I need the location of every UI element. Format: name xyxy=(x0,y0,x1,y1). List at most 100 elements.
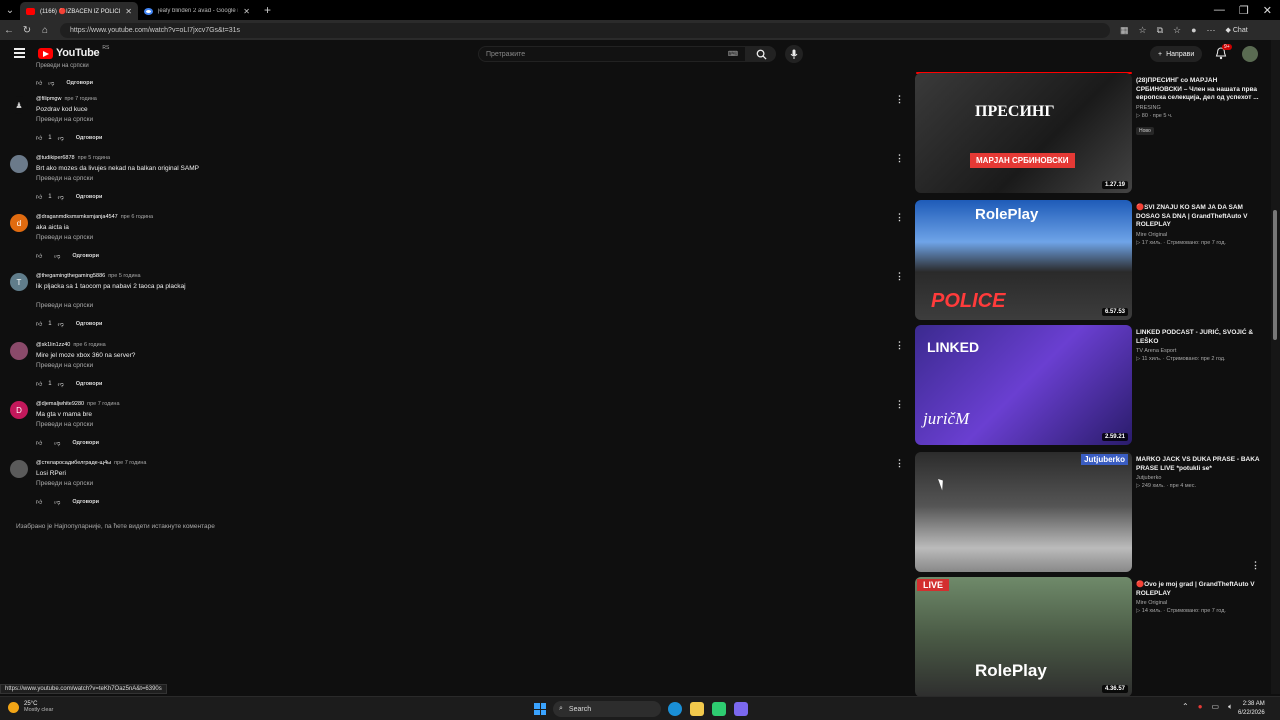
file-explorer-icon[interactable] xyxy=(690,702,704,716)
reply-button[interactable]: Одговори xyxy=(72,499,99,505)
close-tab-icon[interactable]: ✕ xyxy=(125,7,132,16)
chat-button[interactable]: ◆ Chat xyxy=(1226,26,1248,34)
comment-author[interactable]: @filipmgw xyxy=(36,96,61,102)
commenter-avatar[interactable]: D xyxy=(10,401,28,419)
comment-time[interactable]: пре 5 година xyxy=(108,273,140,279)
like-icon[interactable]: 👍︎ xyxy=(36,439,42,447)
like-icon[interactable]: 👍︎ xyxy=(36,134,42,142)
video-thumbnail[interactable]: LINKED juričM 2.59.21 xyxy=(915,325,1132,445)
tray-app-icon[interactable]: ● xyxy=(1198,702,1203,712)
comment-time[interactable]: пре 7 година xyxy=(87,401,119,407)
related-video-item[interactable]: LINKED juričM 2.59.21 LINKED PODCAST - JURI… xyxy=(915,325,1265,447)
dislike-icon[interactable]: 👎︎ xyxy=(54,439,60,447)
clock[interactable]: 2:38 AM 6/22/2026 xyxy=(1238,700,1265,718)
reply-button[interactable]: Одговори xyxy=(72,440,99,446)
keyboard-icon[interactable]: ⌨ xyxy=(728,50,738,58)
channel-name[interactable]: Mire Original xyxy=(1136,232,1262,238)
more-icon[interactable]: ⋯ xyxy=(1207,25,1216,36)
youtube-logo[interactable]: YouTube RS xyxy=(38,45,109,59)
app-icon[interactable] xyxy=(712,702,726,716)
like-icon[interactable]: 👍︎ xyxy=(36,79,42,87)
related-video-item[interactable]: Jutjuberko MARKO JACK VS DUKA PRASE - BAK… xyxy=(915,452,1265,574)
comment-author[interactable]: @djemaljwhite9280 xyxy=(36,401,84,407)
search-input[interactable]: Претражите ⌨ xyxy=(478,46,746,62)
dislike-icon[interactable]: 👎︎ xyxy=(58,134,64,142)
related-video-item[interactable]: RolePlay POLICE 6.57.53 🔴SVI ZNAJU KO SAM J… xyxy=(915,200,1265,322)
favorite-star-icon[interactable]: ☆ xyxy=(1139,25,1147,36)
reply-button[interactable]: Одговори xyxy=(76,194,103,200)
video-title[interactable]: MARKO JACK VS DUKA PRASE - BAKA PRASE LI… xyxy=(1136,456,1262,473)
translate-link[interactable]: Преведи на српски xyxy=(36,116,93,123)
minimize-icon[interactable]: — xyxy=(1214,4,1225,17)
voice-search-button[interactable] xyxy=(785,45,803,63)
translate-link[interactable]: Преведи на српски xyxy=(36,302,93,309)
related-video-item[interactable]: LIVE RolePlay 4.36.57 🔴Ovo je moj grad | Gr… xyxy=(915,577,1265,699)
network-icon[interactable]: ▭ xyxy=(1212,702,1220,712)
dislike-icon[interactable]: 👎︎ xyxy=(48,79,54,87)
comment-author[interactable]: @thegamingthegaming5886 xyxy=(36,273,105,279)
chevron-up-icon[interactable]: ⌃ xyxy=(1182,702,1189,712)
comment-menu-icon[interactable]: ⋮ xyxy=(895,212,904,223)
dislike-icon[interactable]: 👎︎ xyxy=(54,498,60,506)
close-tab-icon[interactable]: ✕ xyxy=(243,7,250,16)
dislike-icon[interactable]: 👎︎ xyxy=(54,252,60,260)
channel-name[interactable]: Mire Original xyxy=(1136,600,1262,606)
commenter-avatar[interactable] xyxy=(10,155,28,173)
reply-button[interactable]: Одговори xyxy=(76,321,103,327)
video-thumbnail[interactable]: ПРЕСИНГ МАРЈАН СРБИНОВСКИ 1.27.19 xyxy=(915,73,1132,193)
menu-icon[interactable] xyxy=(14,48,25,58)
commenter-avatar[interactable]: T xyxy=(10,273,28,291)
video-title[interactable]: 🔴Ovo je moj grad | GrandTheftAuto V ROLE… xyxy=(1136,581,1262,598)
translate-link[interactable]: Преведи на српски xyxy=(36,421,93,428)
weather-widget[interactable]: 25°C Mostly clear xyxy=(8,701,53,713)
tab-google[interactable]: jealy blinden 2 avad - Google m ✕ xyxy=(138,2,256,20)
scrollbar[interactable] xyxy=(1271,40,1280,694)
home-icon[interactable]: ⌂ xyxy=(36,25,54,36)
related-video-item[interactable]: ПРЕСИНГ МАРЈАН СРБИНОВСКИ 1.27.19 (28)ПРЕСИ… xyxy=(915,72,1265,195)
close-window-icon[interactable]: ✕ xyxy=(1263,4,1272,17)
like-icon[interactable]: 👍︎ xyxy=(36,193,42,201)
channel-name[interactable]: PRESING xyxy=(1136,105,1262,111)
app-icon[interactable]: ▦ xyxy=(1120,25,1129,36)
like-icon[interactable]: 👍︎ xyxy=(36,252,42,260)
commenter-avatar[interactable] xyxy=(10,460,28,478)
comment-author[interactable]: @tudikiper6878 xyxy=(36,155,75,161)
like-icon[interactable]: 👍︎ xyxy=(36,320,42,328)
extensions-icon[interactable]: ⧉ xyxy=(1157,25,1163,36)
commenter-avatar[interactable]: ♟ xyxy=(10,96,28,114)
reply-button[interactable]: Одговори xyxy=(76,135,103,141)
video-menu-icon[interactable]: ⋮ xyxy=(1251,560,1260,571)
maximize-icon[interactable]: ❐ xyxy=(1239,4,1249,17)
video-title[interactable]: (28)ПРЕСИНГ со МАРЈАН СРБИНОВСКИ – Член … xyxy=(1136,77,1262,103)
comment-time[interactable]: пре 7 година xyxy=(64,96,96,102)
comment-time[interactable]: пре 6 година xyxy=(73,342,105,348)
comment-menu-icon[interactable]: ⋮ xyxy=(895,340,904,351)
commenter-avatar[interactable]: d xyxy=(10,214,28,232)
volume-icon[interactable]: 🔈︎ xyxy=(1228,702,1233,712)
collections-icon[interactable]: ☆ xyxy=(1173,25,1181,36)
video-title[interactable]: 🔴SVI ZNAJU KO SAM JA DA SAM DOSAO SA DNA… xyxy=(1136,204,1262,230)
comment-time[interactable]: пре 5 година xyxy=(78,155,110,161)
discord-icon[interactable] xyxy=(734,702,748,716)
reply-button[interactable]: Одговори xyxy=(72,253,99,259)
comment-author[interactable]: @стеларосадибелграде-щ4ы xyxy=(36,460,111,466)
edge-icon[interactable] xyxy=(668,702,682,716)
url-field[interactable]: https://www.youtube.com/watch?v=oLI7jxcv… xyxy=(60,22,1110,38)
commenter-avatar[interactable] xyxy=(10,342,28,360)
comment-menu-icon[interactable]: ⋮ xyxy=(895,94,904,105)
video-thumbnail[interactable]: Jutjuberko xyxy=(915,452,1132,572)
video-title[interactable]: LINKED PODCAST - JURIĆ, SVOJIĆ & LEŠKO xyxy=(1136,329,1262,346)
comment-menu-icon[interactable]: ⋮ xyxy=(895,153,904,164)
reload-icon[interactable]: ↻ xyxy=(18,25,36,36)
translate-link[interactable]: Преведи на српски xyxy=(36,234,93,241)
dislike-icon[interactable]: 👎︎ xyxy=(58,380,64,388)
new-tab-icon[interactable]: + xyxy=(256,3,279,17)
dislike-icon[interactable]: 👎︎ xyxy=(58,193,64,201)
scrollbar-thumb[interactable] xyxy=(1273,210,1277,340)
comment-menu-icon[interactable]: ⋮ xyxy=(895,399,904,410)
channel-name[interactable]: Jutjuberko xyxy=(1136,475,1262,481)
translate-link[interactable]: Преведи на српски xyxy=(36,175,93,182)
translate-link[interactable]: Преведи на српски xyxy=(36,480,93,487)
translate-link[interactable]: Преведи на српски xyxy=(36,63,89,69)
comment-menu-icon[interactable]: ⋮ xyxy=(895,458,904,469)
